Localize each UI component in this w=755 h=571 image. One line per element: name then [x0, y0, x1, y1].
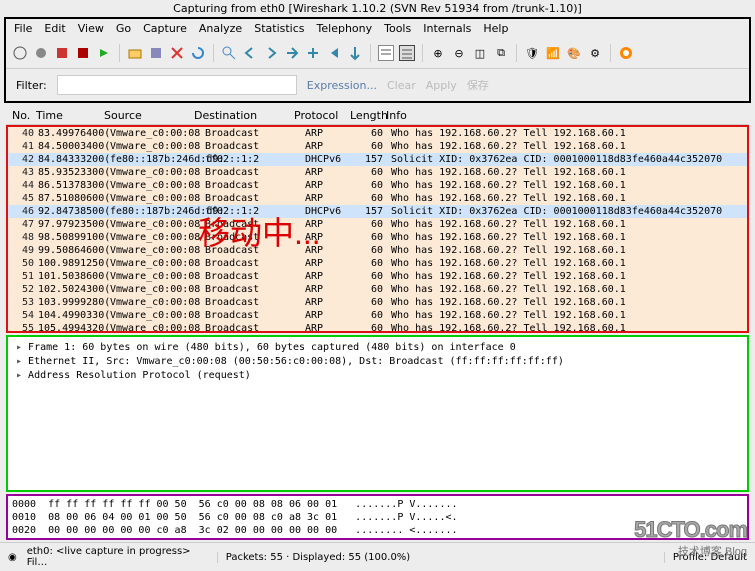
- back-icon[interactable]: [242, 45, 258, 61]
- table-row[interactable]: 4587.51080600(Vmware_c0:00:08BroadcastAR…: [8, 192, 747, 205]
- column-headers: No. Time Source Destination Protocol Len…: [6, 107, 749, 125]
- menu-view[interactable]: View: [78, 22, 104, 35]
- restart-icon[interactable]: [96, 45, 112, 61]
- display-filters-icon[interactable]: 📶: [545, 45, 561, 61]
- interfaces-icon[interactable]: [12, 45, 28, 61]
- colorize-icon[interactable]: [378, 45, 394, 61]
- start-icon[interactable]: [54, 45, 70, 61]
- resize-icon[interactable]: ⧉: [493, 45, 509, 61]
- close-icon[interactable]: [169, 45, 185, 61]
- main-toolbar: ⊕ ⊖ ◫ ⧉ 🛡 📶 🎨 ⚙: [6, 38, 749, 69]
- jump-icon[interactable]: [284, 45, 300, 61]
- first-icon[interactable]: [326, 45, 342, 61]
- coloring-rules-icon[interactable]: 🎨: [566, 45, 582, 61]
- options-icon[interactable]: [33, 45, 49, 61]
- col-len[interactable]: Length: [350, 109, 386, 122]
- goto-icon[interactable]: [305, 45, 321, 61]
- table-row[interactable]: 54104.4990330(Vmware_c0:00:08BroadcastAR…: [8, 309, 747, 322]
- table-row[interactable]: 52102.5024300(Vmware_c0:00:08BroadcastAR…: [8, 283, 747, 296]
- col-src[interactable]: Source: [104, 109, 194, 122]
- toolbar-region: File Edit View Go Capture Analyze Statistics Te…: [4, 17, 751, 103]
- status-packets: Packets: 55 · Displayed: 55 (100.0%): [217, 552, 654, 563]
- menu-bar: File Edit View Go Capture Analyze Statistics Te…: [6, 19, 749, 38]
- menu-file[interactable]: File: [14, 22, 32, 35]
- packet-list[interactable]: 移动中... 4083.49976400(Vmware_c0:00:08Broa…: [6, 125, 749, 333]
- capture-filters-icon[interactable]: 🛡: [524, 45, 540, 61]
- expression-link[interactable]: Expression...: [307, 79, 377, 92]
- menu-tools[interactable]: Tools: [384, 22, 411, 35]
- filter-input[interactable]: [57, 75, 297, 95]
- table-row[interactable]: 4284.84333200(fe80::187b:246d:d9:ff02::1…: [8, 153, 747, 166]
- table-row[interactable]: 4385.93523300(Vmware_c0:00:08BroadcastAR…: [8, 166, 747, 179]
- autoscroll-icon[interactable]: [399, 45, 415, 61]
- table-row[interactable]: 50100.9891250(Vmware_c0:00:08BroadcastAR…: [8, 257, 747, 270]
- menu-capture[interactable]: Capture: [143, 22, 187, 35]
- col-time[interactable]: Time: [36, 109, 104, 122]
- status-interface: eth0: <live capture in progress> Fil…: [27, 546, 207, 568]
- menu-statistics[interactable]: Statistics: [254, 22, 304, 35]
- menu-analyze[interactable]: Analyze: [199, 22, 242, 35]
- prefs-icon[interactable]: ⚙: [587, 45, 603, 61]
- table-row[interactable]: 4184.50003400(Vmware_c0:00:08BroadcastAR…: [8, 140, 747, 153]
- table-row[interactable]: 4999.50864600(Vmware_c0:00:08BroadcastAR…: [8, 244, 747, 257]
- menu-telephony[interactable]: Telephony: [317, 22, 373, 35]
- table-row[interactable]: 4797.97923500(Vmware_c0:00:08BroadcastAR…: [8, 218, 747, 231]
- zoom-out-icon[interactable]: ⊖: [451, 45, 467, 61]
- table-row[interactable]: 53103.9999280(Vmware_c0:00:08BroadcastAR…: [8, 296, 747, 309]
- table-row[interactable]: 51101.5038600(Vmware_c0:00:08BroadcastAR…: [8, 270, 747, 283]
- last-icon[interactable]: [347, 45, 363, 61]
- table-row[interactable]: 4898.50899100(Vmware_c0:00:08BroadcastAR…: [8, 231, 747, 244]
- col-proto[interactable]: Protocol: [294, 109, 350, 122]
- table-row[interactable]: 55105.4994320(Vmware_c0:00:08BroadcastAR…: [8, 322, 747, 333]
- menu-help[interactable]: Help: [483, 22, 508, 35]
- zoom-fit-icon[interactable]: ◫: [472, 45, 488, 61]
- filter-label: Filter:: [16, 79, 47, 92]
- col-no[interactable]: No.: [6, 109, 36, 122]
- col-dst[interactable]: Destination: [194, 109, 294, 122]
- help-icon[interactable]: [618, 45, 634, 61]
- detail-line[interactable]: Address Resolution Protocol (request): [16, 369, 739, 383]
- open-icon[interactable]: [127, 45, 143, 61]
- menu-internals[interactable]: Internals: [423, 22, 471, 35]
- packet-details[interactable]: Frame 1: 60 bytes on wire (480 bits), 60…: [6, 335, 749, 492]
- forward-icon[interactable]: [263, 45, 279, 61]
- table-row[interactable]: 4486.51378300(Vmware_c0:00:08BroadcastAR…: [8, 179, 747, 192]
- ready-icon: ◉: [8, 552, 17, 563]
- apply-button[interactable]: Apply: [426, 79, 457, 92]
- window-title: Capturing from eth0 [Wireshark 1.10.2 (S…: [0, 0, 755, 17]
- stop-icon[interactable]: [75, 45, 91, 61]
- menu-edit[interactable]: Edit: [44, 22, 65, 35]
- watermark: 51CTO.com 技术博客 Blog: [634, 517, 747, 559]
- table-row[interactable]: 4083.49976400(Vmware_c0:00:08BroadcastAR…: [8, 127, 747, 140]
- col-info[interactable]: Info: [386, 109, 749, 122]
- detail-line[interactable]: Ethernet II, Src: Vmware_c0:00:08 (00:50…: [16, 355, 739, 369]
- table-row[interactable]: 4692.84738500(fe80::187b:246d:d9:ff02::1…: [8, 205, 747, 218]
- save-icon[interactable]: [148, 45, 164, 61]
- zoom-in-icon[interactable]: ⊕: [430, 45, 446, 61]
- clear-button[interactable]: Clear: [387, 79, 416, 92]
- find-icon[interactable]: [221, 45, 237, 61]
- save-button[interactable]: 保存: [467, 77, 489, 93]
- detail-line[interactable]: Frame 1: 60 bytes on wire (480 bits), 60…: [16, 341, 739, 355]
- menu-go[interactable]: Go: [116, 22, 131, 35]
- filter-bar: Filter: Expression... Clear Apply 保存: [6, 69, 749, 101]
- reload-icon[interactable]: [190, 45, 206, 61]
